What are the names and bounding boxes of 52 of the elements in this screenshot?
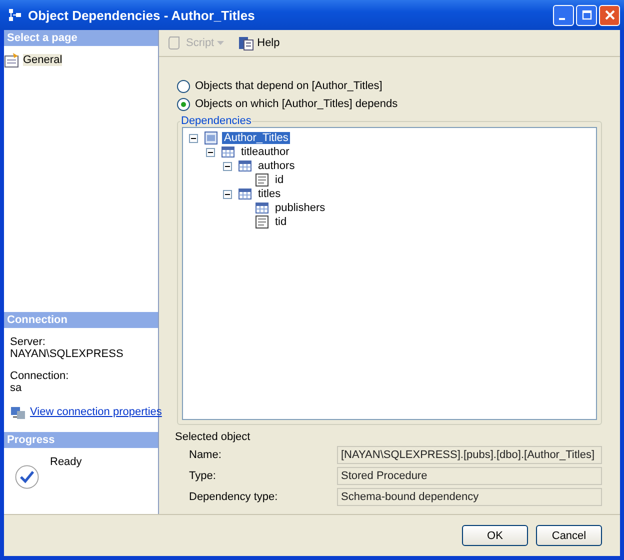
progress-status: Ready	[50, 456, 82, 470]
table-icon	[254, 200, 270, 216]
checkmark-icon	[14, 464, 40, 490]
document-icon	[254, 172, 270, 188]
group-title: Dependencies	[180, 115, 252, 127]
document-icon	[254, 214, 270, 230]
radio-option[interactable]: Objects that depend on [Author_Titles]	[177, 77, 382, 95]
tree-item[interactable]: publishers	[273, 202, 328, 214]
field-label: Name:	[188, 449, 222, 461]
collapse-icon[interactable]	[223, 190, 232, 198]
readonly-field: Schema-bound dependency	[337, 488, 602, 506]
readonly-field: Stored Procedure	[337, 467, 602, 485]
table-icon	[237, 158, 253, 174]
collapse-icon[interactable]	[223, 162, 232, 170]
radio-option[interactable]: Objects on which [Author_Titles] depends	[177, 95, 398, 113]
dialog-button[interactable]: OK	[462, 525, 528, 546]
procedure-icon	[203, 130, 219, 146]
tree-item[interactable]: Author_Titles	[222, 132, 290, 144]
tree-item[interactable]: titles	[256, 188, 283, 200]
readonly-field: [NAYAN\SQLEXPRESS].[pubs].[dbo].[Author_Titles]	[337, 446, 602, 464]
section-title: Selected object	[175, 431, 252, 443]
collapse-icon[interactable]	[189, 134, 198, 142]
tree-item[interactable]: id	[273, 174, 286, 186]
maximize-button[interactable]	[576, 4, 597, 26]
close-icon	[604, 10, 614, 20]
table-icon	[220, 144, 236, 160]
table-icon	[237, 186, 253, 202]
section-header: Progress	[4, 432, 158, 448]
close-button[interactable]	[599, 4, 620, 26]
tree-item[interactable]: titleauthor	[239, 146, 292, 158]
tree-item[interactable]: authors	[256, 160, 297, 172]
collapse-icon[interactable]	[206, 148, 215, 156]
app-icon	[8, 8, 22, 22]
help-button[interactable]: Help	[236, 33, 282, 53]
dialog-button[interactable]: Cancel	[536, 525, 602, 546]
server-label: Server:	[10, 336, 46, 348]
minimize-button[interactable]	[553, 4, 574, 26]
help-book-icon	[238, 35, 254, 51]
connection-icon	[10, 404, 26, 420]
tree-item[interactable]: tid	[273, 216, 289, 228]
connection-value: sa	[10, 382, 23, 394]
connection-label: Connection:	[10, 370, 70, 382]
server-value: NAYAN\SQLEXPRESS	[10, 348, 124, 360]
minimize-icon	[558, 18, 564, 20]
connection-properties-link[interactable]: View connection properties	[30, 406, 162, 418]
field-label: Dependency type:	[188, 491, 279, 503]
section-header: Connection	[4, 312, 158, 328]
window-title: Object Dependencies - Author_Titles	[28, 8, 256, 22]
maximize-icon	[582, 10, 592, 20]
section-header: Select a page	[4, 30, 158, 46]
page-item[interactable]: General	[4, 46, 62, 70]
field-label: Type:	[188, 470, 217, 482]
